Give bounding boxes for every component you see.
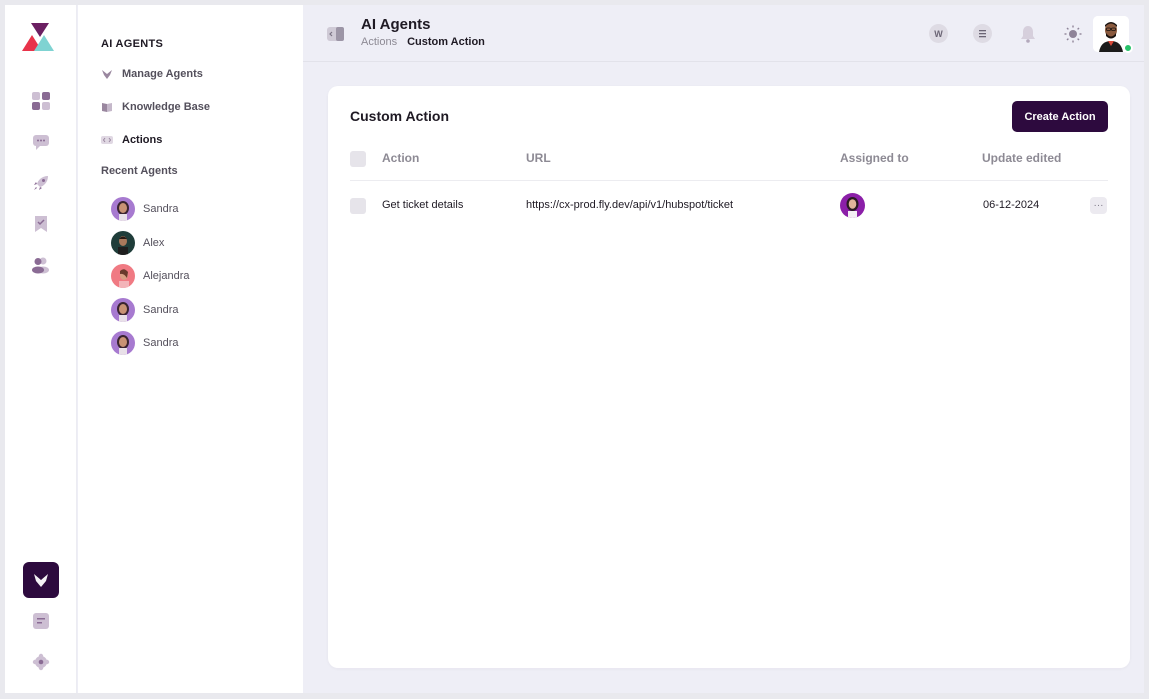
agent-name: Alejandra <box>143 270 190 282</box>
agent-name: Sandra <box>143 337 179 349</box>
agent-name: Alex <box>143 237 165 249</box>
agent-name: Sandra <box>143 203 179 215</box>
more-options-button[interactable]: ··· <box>1090 197 1107 214</box>
sidebar-item-manage-agents[interactable]: Manage Agents <box>101 63 203 85</box>
list-icon <box>973 24 992 43</box>
avatar <box>111 231 135 255</box>
sidebar-toggle-icon[interactable] <box>327 26 344 42</box>
agent-icon <box>101 68 113 80</box>
notifications-button[interactable] <box>1018 24 1037 43</box>
action-url: https://cx-prod.fly.dev/api/v1/hubspot/t… <box>526 199 734 211</box>
icon-rail <box>5 5 77 693</box>
agents-icon[interactable] <box>23 562 59 598</box>
sidebar-item-label: Knowledge Base <box>122 101 211 113</box>
column-header-action[interactable]: Action <box>382 151 419 165</box>
settings-icon[interactable] <box>23 644 59 680</box>
sidebar-section-title: AI AGENTS <box>101 38 164 50</box>
breadcrumb-item-actions[interactable]: Actions <box>361 36 397 48</box>
book-icon <box>101 101 113 113</box>
column-header-url[interactable]: URL <box>526 151 551 165</box>
online-status-dot <box>1123 43 1133 53</box>
assignee-avatar[interactable] <box>840 193 865 218</box>
table-divider <box>350 180 1108 181</box>
breadcrumb-item-current: Custom Action <box>407 36 485 48</box>
recent-agents-title: Recent Agents <box>101 165 178 177</box>
recent-agent[interactable]: Sandra <box>111 330 178 356</box>
column-header-updated[interactable]: Update edited <box>982 151 1061 165</box>
sidebar-item-actions[interactable]: Actions <box>101 129 162 151</box>
avatar <box>111 264 135 288</box>
workspace-button[interactable]: W <box>929 24 948 43</box>
menu-button[interactable] <box>973 24 992 43</box>
custom-action-card: Custom Action Create Action Action URL A… <box>328 86 1130 668</box>
secondary-sidebar: AI AGENTS Manage Agents Knowledge Base A… <box>78 5 303 693</box>
rocket-icon[interactable] <box>23 165 59 201</box>
notes-icon[interactable] <box>23 603 59 639</box>
page-title: AI Agents <box>361 16 431 33</box>
breadcrumb: Actions Custom Action <box>361 36 485 48</box>
recent-agent[interactable]: Sandra <box>111 196 178 222</box>
recent-agent[interactable]: Sandra <box>111 297 178 323</box>
bell-icon <box>1020 25 1035 43</box>
dashboard-icon[interactable] <box>23 83 59 119</box>
recent-agent[interactable]: Alejandra <box>111 263 189 289</box>
updated-date: 06-12-2024 <box>983 199 1040 211</box>
sun-icon <box>1064 25 1081 42</box>
card-title: Custom Action <box>350 108 450 124</box>
app-window: AI AGENTS Manage Agents Knowledge Base A… <box>5 5 1144 693</box>
top-header: AI Agents Actions Custom Action W <box>303 5 1144 62</box>
sidebar-item-label: Manage Agents <box>122 68 203 80</box>
avatar <box>111 298 135 322</box>
avatar <box>111 331 135 355</box>
app-logo <box>22 23 54 51</box>
theme-toggle-button[interactable] <box>1063 24 1082 43</box>
create-action-button[interactable]: Create Action <box>1012 101 1108 132</box>
sidebar-item-knowledge-base[interactable]: Knowledge Base <box>101 96 210 118</box>
code-icon <box>101 134 113 146</box>
agent-name: Sandra <box>143 304 179 316</box>
sidebar-item-label: Actions <box>122 134 163 146</box>
column-header-assigned[interactable]: Assigned to <box>840 151 909 165</box>
chat-icon[interactable] <box>23 124 59 160</box>
action-name: Get ticket details <box>382 199 464 211</box>
users-icon[interactable] <box>23 247 59 283</box>
recent-agent[interactable]: Alex <box>111 230 164 256</box>
avatar <box>111 197 135 221</box>
row-checkbox[interactable] <box>350 198 366 214</box>
select-all-checkbox[interactable] <box>350 151 366 167</box>
bookmark-icon[interactable] <box>23 206 59 242</box>
